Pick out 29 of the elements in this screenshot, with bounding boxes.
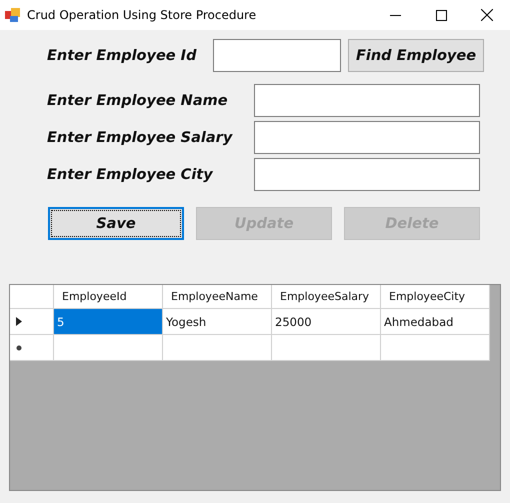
field-label: Enter Employee City xyxy=(47,166,214,182)
table-cell[interactable] xyxy=(54,335,163,361)
window-title: Crud Operation Using Store Procedure xyxy=(27,8,258,22)
table-cell[interactable]: 5 xyxy=(54,309,163,335)
new-row-icon xyxy=(16,344,22,350)
action-button[interactable]: Save xyxy=(48,207,184,240)
row-header[interactable] xyxy=(10,309,54,335)
table-cell[interactable]: 25000 xyxy=(272,309,381,335)
maximize-icon[interactable] xyxy=(436,10,446,20)
app-icon xyxy=(5,7,21,23)
close-icon[interactable] xyxy=(481,9,493,21)
field-label: Enter Employee Name xyxy=(47,92,229,108)
table-cell[interactable]: Ahmedabad xyxy=(381,309,490,335)
input-field[interactable] xyxy=(254,84,480,117)
input-field[interactable] xyxy=(254,158,480,191)
field-label: Enter Employee Salary xyxy=(47,130,234,146)
column-header[interactable]: EmployeeName xyxy=(163,285,272,309)
column-header[interactable]: EmployeeCity xyxy=(381,285,490,309)
table-cell[interactable]: Yogesh xyxy=(163,309,272,335)
column-header[interactable]: EmployeeSalary xyxy=(272,285,381,309)
table-cell[interactable] xyxy=(272,335,381,361)
table-cell[interactable] xyxy=(163,335,272,361)
field-label: Enter Employee Id xyxy=(47,48,198,64)
find-employee-button[interactable]: Find Employee xyxy=(348,39,484,72)
current-row-icon xyxy=(16,317,22,326)
employee-id-field[interactable] xyxy=(213,39,341,72)
column-header[interactable]: EmployeeId xyxy=(54,285,163,309)
table-cell[interactable] xyxy=(381,335,490,361)
input-field[interactable] xyxy=(254,121,480,154)
